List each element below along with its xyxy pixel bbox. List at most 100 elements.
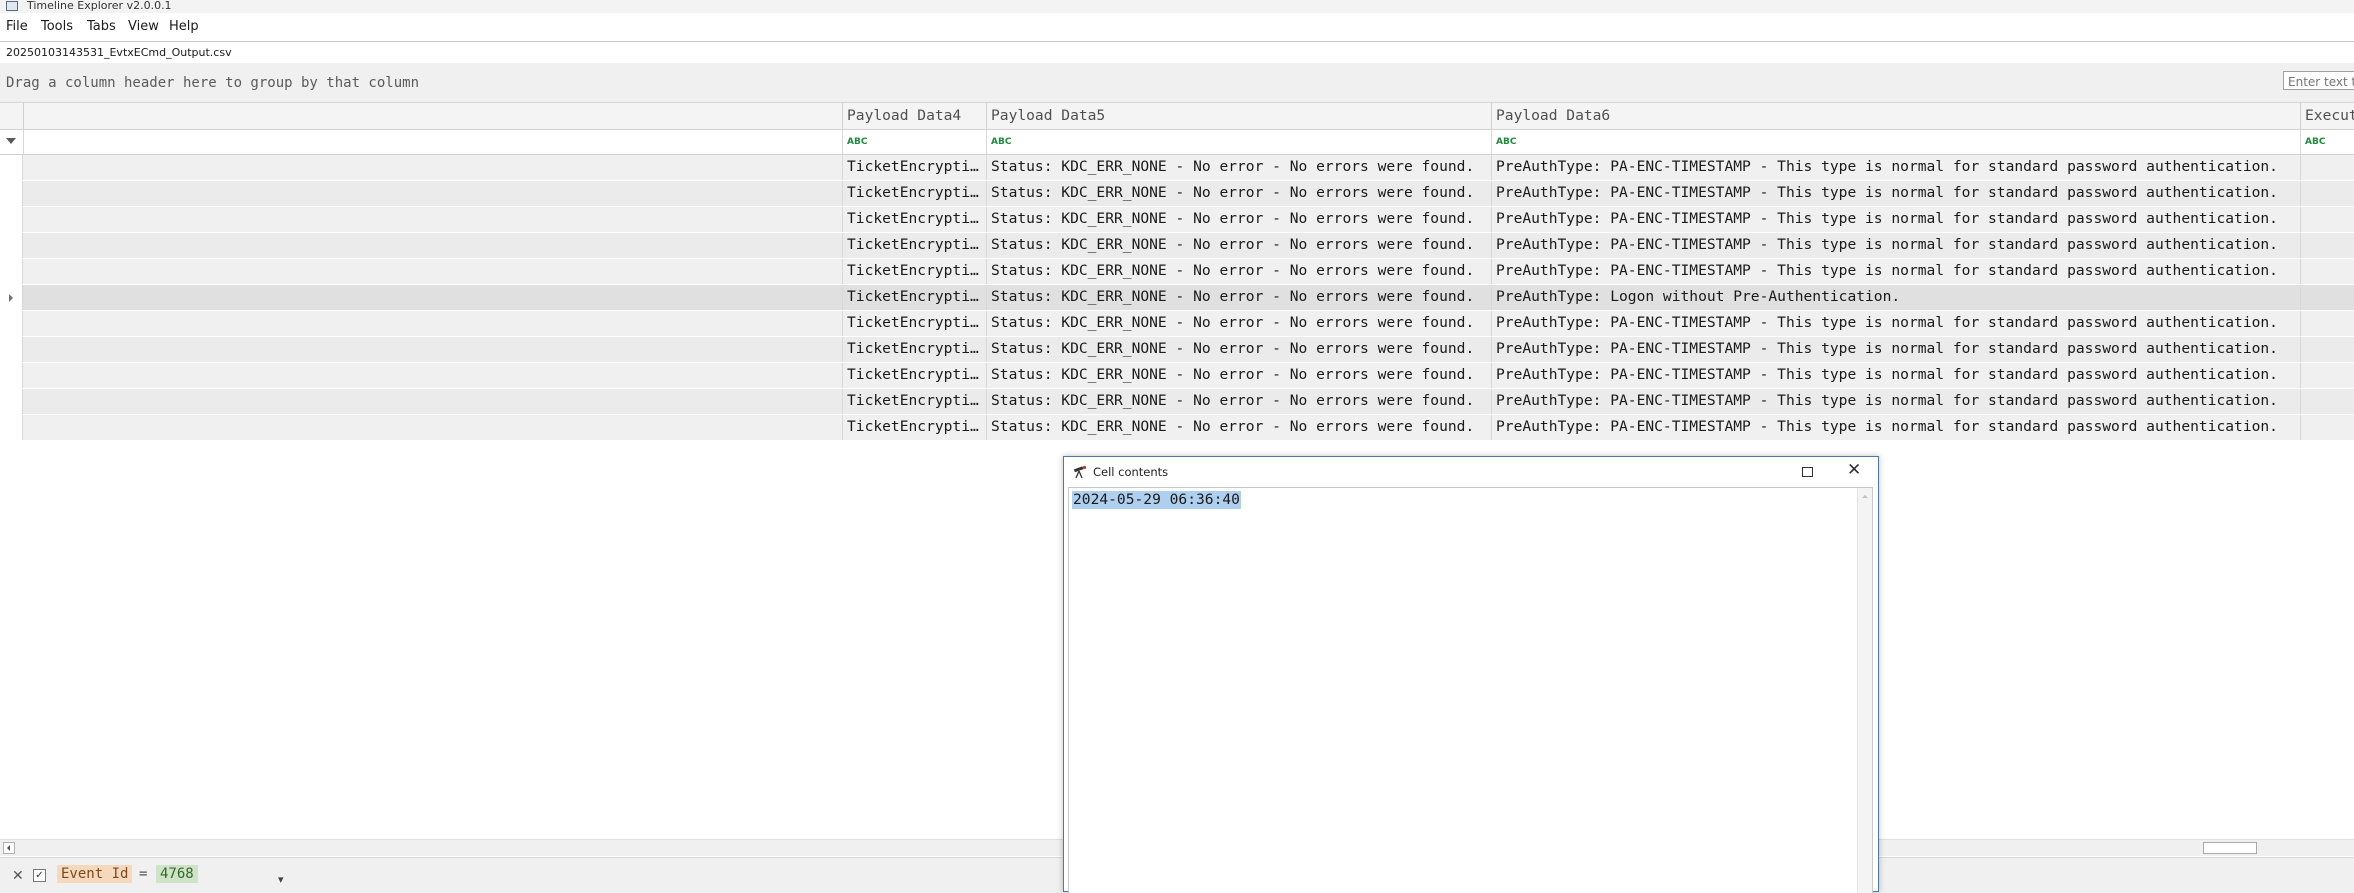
cell-payload-data4[interactable]: TicketEncrypti… bbox=[843, 155, 987, 180]
cell-hidden[interactable] bbox=[24, 363, 843, 388]
group-by-panel[interactable]: Drag a column header here to group by th… bbox=[0, 63, 2354, 103]
cell-payload-data4[interactable]: TicketEncrypti… bbox=[843, 311, 987, 336]
cell-payload-data4[interactable]: TicketEncrypti… bbox=[843, 337, 987, 362]
cell-hidden[interactable] bbox=[24, 207, 843, 232]
cell-executable[interactable] bbox=[2301, 233, 2354, 258]
cell-hidden[interactable] bbox=[24, 311, 843, 336]
filter-cell-payload-data5[interactable]: ABC bbox=[987, 130, 1492, 154]
dialog-titlebar[interactable]: Cell contents ✕ bbox=[1064, 457, 1878, 486]
search-input[interactable] bbox=[2283, 71, 2354, 90]
cell-payload-data6[interactable]: PreAuthType: PA-ENC-TIMESTAMP - This typ… bbox=[1492, 363, 2301, 388]
tab-csv-file[interactable]: 20250103143531_EvtxECmd_Output.csv bbox=[6, 46, 232, 59]
cell-payload-data4[interactable]: TicketEncrypti… bbox=[843, 233, 987, 258]
row-indicator[interactable] bbox=[0, 181, 23, 206]
cell-executable[interactable] bbox=[2301, 415, 2354, 440]
cell-payload-data6[interactable]: PreAuthType: PA-ENC-TIMESTAMP - This typ… bbox=[1492, 311, 2301, 336]
cell-payload-data5[interactable]: Status: KDC_ERR_NONE - No error - No err… bbox=[987, 207, 1492, 232]
cell-executable[interactable] bbox=[2301, 389, 2354, 414]
cell-hidden[interactable] bbox=[24, 155, 843, 180]
table-row[interactable]: TicketEncrypti… Status: KDC_ERR_NONE - No… bbox=[0, 415, 2354, 441]
table-row[interactable]: TicketEncrypti… Status: KDC_ERR_NONE - No… bbox=[0, 207, 2354, 233]
cell-payload-data6[interactable]: PreAuthType: PA-ENC-TIMESTAMP - This typ… bbox=[1492, 181, 2301, 206]
menu-file[interactable]: File bbox=[6, 19, 28, 34]
menu-tabs[interactable]: Tabs bbox=[87, 19, 116, 34]
row-indicator[interactable] bbox=[0, 363, 23, 388]
maximize-icon[interactable] bbox=[1802, 467, 1813, 477]
cell-payload-data6[interactable]: PreAuthType: Logon without Pre-Authentic… bbox=[1492, 285, 2301, 310]
row-indicator[interactable] bbox=[0, 389, 23, 414]
cell-payload-data5[interactable]: Status: KDC_ERR_NONE - No error - No err… bbox=[987, 337, 1492, 362]
cell-payload-data4[interactable]: TicketEncrypti… bbox=[843, 259, 987, 284]
filter-cell-payload-data6[interactable]: ABC bbox=[1492, 130, 2301, 154]
cell-payload-data4[interactable]: TicketEncrypti… bbox=[843, 389, 987, 414]
table-row[interactable]: TicketEncrypti… Status: KDC_ERR_NONE - No… bbox=[0, 285, 2354, 311]
cell-executable[interactable] bbox=[2301, 337, 2354, 362]
cell-payload-data6[interactable]: PreAuthType: PA-ENC-TIMESTAMP - This typ… bbox=[1492, 207, 2301, 232]
column-header-payload-data6[interactable]: Payload Data6 bbox=[1492, 103, 2301, 129]
table-row[interactable]: TicketEncrypti… Status: KDC_ERR_NONE - No… bbox=[0, 389, 2354, 415]
clear-filter-icon[interactable]: ✕ bbox=[12, 868, 24, 884]
cell-payload-data4[interactable]: TicketEncrypti… bbox=[843, 363, 987, 388]
table-row[interactable]: TicketEncrypti… Status: KDC_ERR_NONE - No… bbox=[0, 311, 2354, 337]
row-indicator[interactable] bbox=[0, 233, 23, 258]
row-indicator[interactable] bbox=[0, 311, 23, 336]
data-grid[interactable]: Payload Data4 Payload Data5 Payload Data… bbox=[0, 103, 2354, 441]
cell-hidden[interactable] bbox=[24, 389, 843, 414]
cell-hidden[interactable] bbox=[24, 259, 843, 284]
cell-executable[interactable] bbox=[2301, 259, 2354, 284]
cell-payload-data5[interactable]: Status: KDC_ERR_NONE - No error - No err… bbox=[987, 285, 1492, 310]
row-indicator[interactable] bbox=[0, 155, 23, 180]
cell-payload-data5[interactable]: Status: KDC_ERR_NONE - No error - No err… bbox=[987, 181, 1492, 206]
cell-payload-data6[interactable]: PreAuthType: PA-ENC-TIMESTAMP - This typ… bbox=[1492, 233, 2301, 258]
cell-payload-data5[interactable]: Status: KDC_ERR_NONE - No error - No err… bbox=[987, 363, 1492, 388]
table-row[interactable]: TicketEncrypti… Status: KDC_ERR_NONE - No… bbox=[0, 363, 2354, 389]
cell-payload-data4[interactable]: TicketEncrypti… bbox=[843, 207, 987, 232]
table-row[interactable]: TicketEncrypti… Status: KDC_ERR_NONE - No… bbox=[0, 181, 2354, 207]
menu-view[interactable]: View bbox=[128, 19, 159, 34]
cell-hidden[interactable] bbox=[24, 181, 843, 206]
row-indicator[interactable] bbox=[0, 285, 23, 310]
table-row[interactable]: TicketEncrypti… Status: KDC_ERR_NONE - No… bbox=[0, 155, 2354, 181]
cell-payload-data4[interactable]: TicketEncrypti… bbox=[843, 181, 987, 206]
menu-tools[interactable]: Tools bbox=[41, 19, 73, 34]
filter-cell-executable[interactable]: ABC bbox=[2301, 130, 2354, 154]
cell-hidden[interactable] bbox=[24, 233, 843, 258]
cell-contents-textarea[interactable]: 2024-05-29 06:36:40 bbox=[1068, 487, 1873, 893]
column-header-hidden[interactable] bbox=[24, 103, 843, 129]
cell-payload-data6[interactable]: PreAuthType: PA-ENC-TIMESTAMP - This typ… bbox=[1492, 415, 2301, 440]
row-indicator[interactable] bbox=[0, 415, 23, 440]
row-indicator[interactable] bbox=[0, 337, 23, 362]
horizontal-scroll-thumb[interactable] bbox=[2203, 842, 2257, 854]
table-row[interactable]: TicketEncrypti… Status: KDC_ERR_NONE - No… bbox=[0, 233, 2354, 259]
cell-executable[interactable] bbox=[2301, 155, 2354, 180]
cell-payload-data5[interactable]: Status: KDC_ERR_NONE - No error - No err… bbox=[987, 415, 1492, 440]
cell-payload-data4[interactable]: TicketEncrypti… bbox=[843, 285, 987, 310]
column-header-payload-data4[interactable]: Payload Data4 bbox=[843, 103, 987, 129]
scroll-left-arrow-icon[interactable] bbox=[3, 842, 15, 854]
cell-hidden[interactable] bbox=[24, 285, 843, 310]
menu-help[interactable]: Help bbox=[169, 19, 199, 34]
row-indicator[interactable] bbox=[0, 207, 23, 232]
column-header-executable[interactable]: Execut bbox=[2301, 103, 2354, 129]
cell-payload-data5[interactable]: Status: KDC_ERR_NONE - No error - No err… bbox=[987, 233, 1492, 258]
cell-executable[interactable] bbox=[2301, 285, 2354, 310]
cell-executable[interactable] bbox=[2301, 311, 2354, 336]
cell-hidden[interactable] bbox=[24, 337, 843, 362]
cell-hidden[interactable] bbox=[24, 415, 843, 440]
cell-payload-data6[interactable]: PreAuthType: PA-ENC-TIMESTAMP - This typ… bbox=[1492, 155, 2301, 180]
cell-executable[interactable] bbox=[2301, 181, 2354, 206]
dropdown-icon[interactable]: ▾ bbox=[278, 873, 284, 886]
cell-payload-data5[interactable]: Status: KDC_ERR_NONE - No error - No err… bbox=[987, 311, 1492, 336]
dialog-vertical-scrollbar[interactable] bbox=[1857, 488, 1872, 893]
filter-enabled-checkbox[interactable]: ✓ bbox=[33, 869, 46, 882]
cell-payload-data5[interactable]: Status: KDC_ERR_NONE - No error - No err… bbox=[987, 389, 1492, 414]
row-indicator[interactable] bbox=[0, 259, 23, 284]
cell-payload-data6[interactable]: PreAuthType: PA-ENC-TIMESTAMP - This typ… bbox=[1492, 389, 2301, 414]
cell-executable[interactable] bbox=[2301, 207, 2354, 232]
cell-payload-data4[interactable]: TicketEncrypti… bbox=[843, 415, 987, 440]
cell-payload-data6[interactable]: PreAuthType: PA-ENC-TIMESTAMP - This typ… bbox=[1492, 259, 2301, 284]
filter-row-funnel-cell[interactable] bbox=[0, 130, 24, 154]
table-row[interactable]: TicketEncrypti… Status: KDC_ERR_NONE - No… bbox=[0, 259, 2354, 285]
column-header-payload-data5[interactable]: Payload Data5 bbox=[987, 103, 1492, 129]
cell-executable[interactable] bbox=[2301, 363, 2354, 388]
